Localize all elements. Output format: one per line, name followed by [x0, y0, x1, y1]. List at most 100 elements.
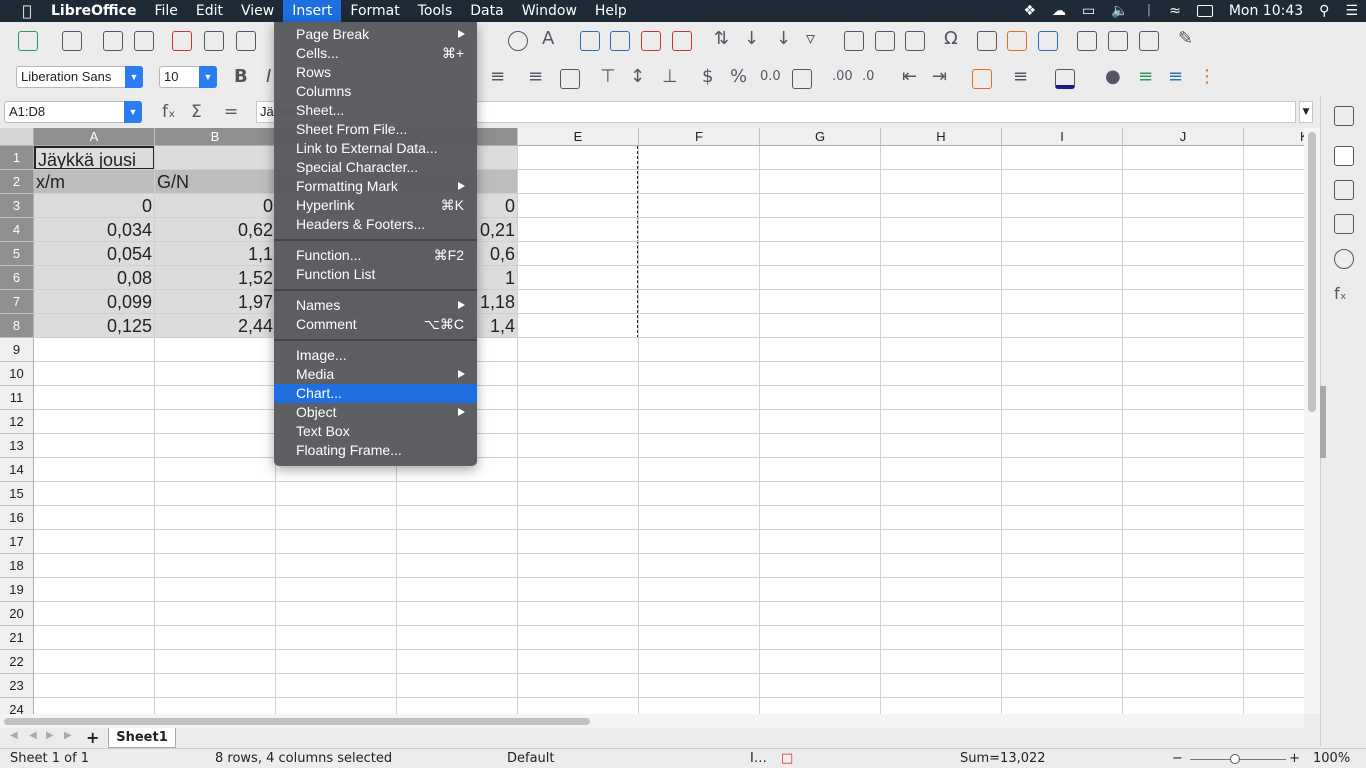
insert-menu-item-names[interactable]: Names: [274, 296, 477, 315]
conditional-format-icon[interactable]: ●: [1105, 66, 1121, 87]
print-preview-icon[interactable]: [236, 31, 256, 51]
vertical-scrollbar[interactable]: [1304, 128, 1320, 714]
insert-menu-item-function[interactable]: Function... ⌘F2: [274, 246, 477, 265]
currency-format-icon[interactable]: $: [702, 66, 713, 87]
column-header-e[interactable]: E: [518, 128, 639, 146]
sum-value[interactable]: Sum=13,022: [960, 749, 1046, 768]
insert-menu-item-text-box[interactable]: Text Box: [274, 422, 477, 441]
column-header-g[interactable]: G: [760, 128, 881, 146]
row-header-19[interactable]: 19: [0, 578, 34, 602]
menu-window[interactable]: Window: [513, 0, 586, 22]
cell-b8[interactable]: 2,44: [155, 314, 276, 338]
insert-menu-item-cells[interactable]: Cells... ⌘+: [274, 44, 477, 63]
row-header-14[interactable]: 14: [0, 458, 34, 482]
insert-menu-item-media[interactable]: Media: [274, 365, 477, 384]
row-header-22[interactable]: 22: [0, 650, 34, 674]
formula-icon[interactable]: =: [224, 102, 238, 122]
row-header-1[interactable]: 1: [0, 146, 34, 170]
row-header-20[interactable]: 20: [0, 602, 34, 626]
column-header-j[interactable]: J: [1123, 128, 1244, 146]
insert-menu-item-object[interactable]: Object: [274, 403, 477, 422]
print-icon[interactable]: [204, 31, 224, 51]
last-sheet-icon[interactable]: ▶: [64, 730, 72, 741]
insert-image-icon[interactable]: [844, 31, 864, 51]
horizontal-scrollbar[interactable]: [0, 714, 1304, 728]
save-as-icon[interactable]: [134, 31, 154, 51]
delete-columns-icon[interactable]: [672, 31, 692, 51]
cell-a4[interactable]: 0,034: [34, 218, 155, 242]
column-header-b[interactable]: B: [155, 128, 276, 146]
font-name-box[interactable]: Liberation Sans ▼: [16, 66, 143, 88]
pivot-table-icon[interactable]: [905, 31, 925, 51]
row-header-12[interactable]: 12: [0, 410, 34, 434]
data-bar-icon[interactable]: ≡: [1168, 66, 1183, 87]
apple-icon[interactable]: : [12, 2, 42, 20]
new-spreadsheet-icon[interactable]: [18, 31, 38, 51]
delete-rows-icon[interactable]: [641, 31, 661, 51]
row-header-24[interactable]: 24: [0, 698, 34, 714]
spreadsheet-grid[interactable]: A B C D E F G H I J K Jäykkä jousi x/m G…: [0, 128, 1304, 714]
next-sheet-icon[interactable]: ▶: [46, 730, 54, 741]
row-header-21[interactable]: 21: [0, 626, 34, 650]
battery-icon[interactable]: [1196, 5, 1213, 17]
headers-footers-icon[interactable]: [1038, 31, 1058, 51]
date-format-icon[interactable]: [792, 69, 812, 89]
insert-menu-item-sheet-from-file[interactable]: Sheet From File...: [274, 120, 477, 139]
insert-menu-item-columns[interactable]: Columns: [274, 82, 477, 101]
insert-menu-item-sheet[interactable]: Sheet...: [274, 101, 477, 120]
selection-mode-icon[interactable]: I​…: [750, 749, 767, 768]
zoom-out-button[interactable]: −: [1172, 749, 1183, 768]
comment-icon[interactable]: [1007, 31, 1027, 51]
menu-view[interactable]: View: [232, 0, 283, 22]
hyperlink-icon[interactable]: [977, 31, 997, 51]
menu-insert[interactable]: Insert: [283, 0, 342, 22]
italic-button[interactable]: I: [266, 66, 271, 87]
function-wizard-icon[interactable]: fₓ: [162, 102, 176, 122]
cell-b3[interactable]: 0: [155, 194, 276, 218]
zoom-level[interactable]: 100%: [1313, 749, 1350, 768]
increase-indent-icon[interactable]: ⇥: [932, 66, 947, 87]
spotlight-search-icon[interactable]: ⚲: [1319, 3, 1329, 19]
cell-a7[interactable]: 0,099: [34, 290, 155, 314]
row-header-15[interactable]: 15: [0, 482, 34, 506]
cell-a6[interactable]: 0,08: [34, 266, 155, 290]
bluetooth-icon[interactable]: ᛁ: [1145, 3, 1153, 19]
chevron-down-icon[interactable]: ▼: [199, 66, 217, 88]
functions-icon[interactable]: fₓ: [1334, 284, 1347, 303]
row-header-4[interactable]: 4: [0, 218, 34, 242]
export-pdf-icon[interactable]: [172, 31, 192, 51]
insert-menu-item-formatting-mark[interactable]: Formatting Mark: [274, 177, 477, 196]
cell-b2[interactable]: G/N: [155, 170, 276, 194]
save-icon[interactable]: [103, 31, 123, 51]
insert-menu-item-rows[interactable]: Rows: [274, 63, 477, 82]
draw-functions-icon[interactable]: ✎: [1178, 28, 1193, 49]
bold-button[interactable]: B: [234, 66, 248, 87]
styles-icon[interactable]: [1334, 146, 1354, 166]
menu-help[interactable]: Help: [586, 0, 636, 22]
background-color-icon[interactable]: [1055, 69, 1075, 89]
insert-menu-item-page-break[interactable]: Page Break: [274, 25, 477, 44]
cell-b7[interactable]: 1,97: [155, 290, 276, 314]
chevron-down-icon[interactable]: ▼: [124, 101, 142, 123]
column-icon[interactable]: [610, 31, 630, 51]
select-all-corner[interactable]: [0, 128, 34, 146]
row-header-9[interactable]: 9: [0, 338, 34, 362]
cell-b5[interactable]: 1,1: [155, 242, 276, 266]
row-header-23[interactable]: 23: [0, 674, 34, 698]
clock[interactable]: Mon 10:43: [1229, 3, 1303, 19]
menu-edit[interactable]: Edit: [187, 0, 232, 22]
insert-chart-icon[interactable]: [875, 31, 895, 51]
menu-file[interactable]: File: [145, 0, 186, 22]
wifi-icon[interactable]: ≈: [1169, 3, 1181, 19]
insert-menu-item-headers-footers[interactable]: Headers & Footers...: [274, 215, 477, 234]
row-header-17[interactable]: 17: [0, 530, 34, 554]
scroll-thumb[interactable]: [4, 718, 590, 725]
cell-b4[interactable]: 0,62: [155, 218, 276, 242]
navigator-icon[interactable]: [1334, 249, 1354, 269]
merge-cells-icon[interactable]: [560, 69, 580, 89]
dropbox-icon[interactable]: ❖: [1023, 3, 1036, 19]
row-header-10[interactable]: 10: [0, 362, 34, 386]
column-header-a[interactable]: A: [34, 128, 155, 146]
insert-menu-item-special-character[interactable]: Special Character...: [274, 158, 477, 177]
column-header-h[interactable]: H: [881, 128, 1002, 146]
